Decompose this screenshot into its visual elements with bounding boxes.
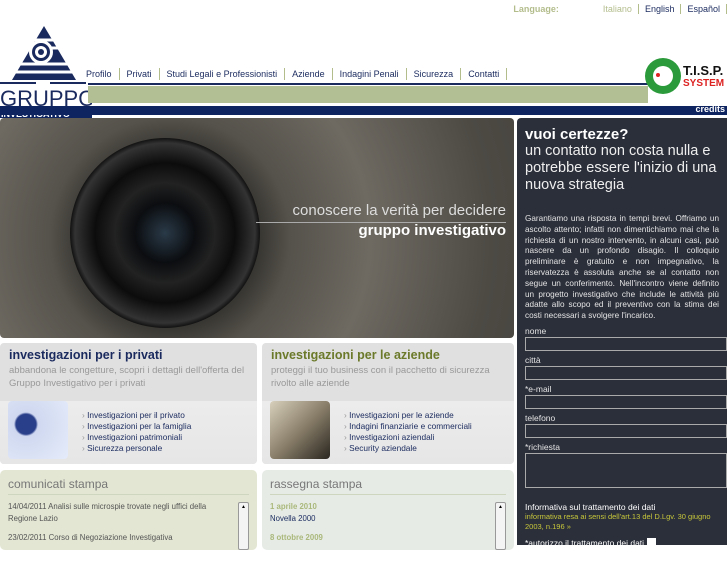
- comunicati-scrollbar[interactable]: [238, 502, 249, 550]
- privati-title[interactable]: investigazioni per i privati: [0, 343, 257, 362]
- comunicati-title: comunicati stampa: [8, 477, 249, 495]
- card-aziende: investigazioni per le aziende proteggi i…: [262, 343, 514, 464]
- camera-lens-image: [70, 138, 260, 328]
- telefono-label: telefono: [525, 412, 556, 423]
- nav-sicurezza[interactable]: Sicurezza: [414, 68, 462, 80]
- link-security[interactable]: Security aziendale: [344, 443, 472, 454]
- header-navy-bar: [0, 106, 727, 115]
- link-privato[interactable]: Investigazioni per il privato: [82, 410, 191, 421]
- contact-subtitle: un contatto non costa nulla e potrebbe e…: [525, 143, 717, 193]
- telefono-input[interactable]: [525, 423, 727, 438]
- nav-divider: [88, 83, 648, 85]
- header-band: [88, 86, 648, 103]
- privacy-link[interactable]: informativa resa ai sensi dell'art.13 de…: [525, 512, 719, 532]
- nav-indagini-penali[interactable]: Indagini Penali: [340, 68, 407, 80]
- language-bar: Language: Italiano English Español: [513, 4, 727, 14]
- richiesta-label: *richiesta: [525, 441, 560, 452]
- rassegna-scrollbar[interactable]: [495, 502, 506, 550]
- comunicato-item[interactable]: 23/02/2011 Corso di Negoziazione Investi…: [0, 532, 225, 544]
- aziende-desc: proteggi il tuo business con il pacchett…: [271, 365, 490, 389]
- rassegna-item[interactable]: Novella 2000: [262, 513, 514, 525]
- contact-body: Garantiamo una risposta in tempi brevi. …: [525, 214, 719, 321]
- tisp-logo[interactable]: T.I.S.P. SYSTEM: [643, 55, 727, 97]
- authorize-label: *autorizzo il trattamento dei dati: [525, 537, 645, 548]
- rassegna-panel: rassegna stampa 1 aprile 2010 Novella 20…: [262, 470, 514, 550]
- required-note: i campi contrassegnati da asterisco (*) …: [525, 554, 696, 562]
- nav-studi-legali[interactable]: Studi Legali e Professionisti: [167, 68, 286, 80]
- link-famiglia[interactable]: Investigazioni per la famiglia: [82, 421, 191, 432]
- hero-banner: conoscere la verità per decidere gruppo …: [0, 118, 514, 338]
- nome-input[interactable]: [525, 336, 727, 351]
- link-aziendali[interactable]: Investigazioni aziendali: [344, 432, 472, 443]
- comunicato-item[interactable]: 14/04/2011 Analisi sulle microspie trova…: [0, 501, 225, 525]
- credits-link[interactable]: credits: [695, 104, 725, 114]
- nav-profilo[interactable]: Profilo: [86, 68, 120, 80]
- rassegna-title: rassegna stampa: [270, 477, 506, 495]
- aziende-title[interactable]: investigazioni per le aziende: [262, 343, 514, 362]
- main-nav: Profilo Privati Studi Legali e Professio…: [86, 68, 514, 80]
- nav-contatti[interactable]: Contatti: [468, 68, 508, 80]
- link-aziende[interactable]: Investigazioni per le aziende: [344, 410, 472, 421]
- link-sicurezza-personale[interactable]: Sicurezza personale: [82, 443, 191, 454]
- contact-panel: vuoi certezze? un contatto non costa nul…: [517, 118, 727, 562]
- hero-brand: gruppo investigativo: [358, 222, 506, 239]
- rassegna-date: 1 aprile 2010: [270, 502, 317, 511]
- svg-text:SYSTEM: SYSTEM: [683, 78, 724, 89]
- lang-english[interactable]: English: [639, 4, 682, 14]
- citta-label: città: [525, 354, 541, 365]
- privacy-title: Informativa sul trattamento dei dati: [525, 501, 656, 512]
- nome-label: nome: [525, 325, 547, 336]
- authorize-checkbox[interactable]: [647, 538, 657, 548]
- nav-aziende[interactable]: Aziende: [292, 68, 333, 80]
- comunicati-panel: comunicati stampa 14/04/2011 Analisi sul…: [0, 470, 257, 550]
- citta-input[interactable]: [525, 365, 727, 380]
- link-patrimoniali[interactable]: Investigazioni patrimoniali: [82, 432, 191, 443]
- language-label: Language:: [513, 4, 559, 14]
- hero-tagline: conoscere la verità per decidere: [256, 202, 506, 223]
- link-finanziarie[interactable]: Indagini finanziarie e commerciali: [344, 421, 472, 432]
- svg-text:T.I.S.P.: T.I.S.P.: [683, 63, 723, 78]
- lang-italiano[interactable]: Italiano: [597, 4, 639, 14]
- privati-desc: abbandona le congetture, scopri i dettag…: [9, 365, 245, 389]
- chess-image: [270, 401, 330, 459]
- card-privati: investigazioni per i privati abbandona l…: [0, 343, 257, 464]
- email-input[interactable]: [525, 394, 727, 409]
- contact-title: vuoi certezze?: [525, 126, 629, 143]
- email-label: *e-mail: [525, 383, 552, 394]
- rassegna-date: 8 ottobre 2009: [270, 533, 323, 542]
- question-mark-image: [8, 401, 68, 459]
- lang-espanol[interactable]: Español: [681, 4, 727, 14]
- richiesta-textarea[interactable]: [525, 452, 727, 488]
- logo[interactable]: GRUPPO INVESTIGATIVO: [0, 22, 95, 119]
- nav-privati[interactable]: Privati: [127, 68, 160, 80]
